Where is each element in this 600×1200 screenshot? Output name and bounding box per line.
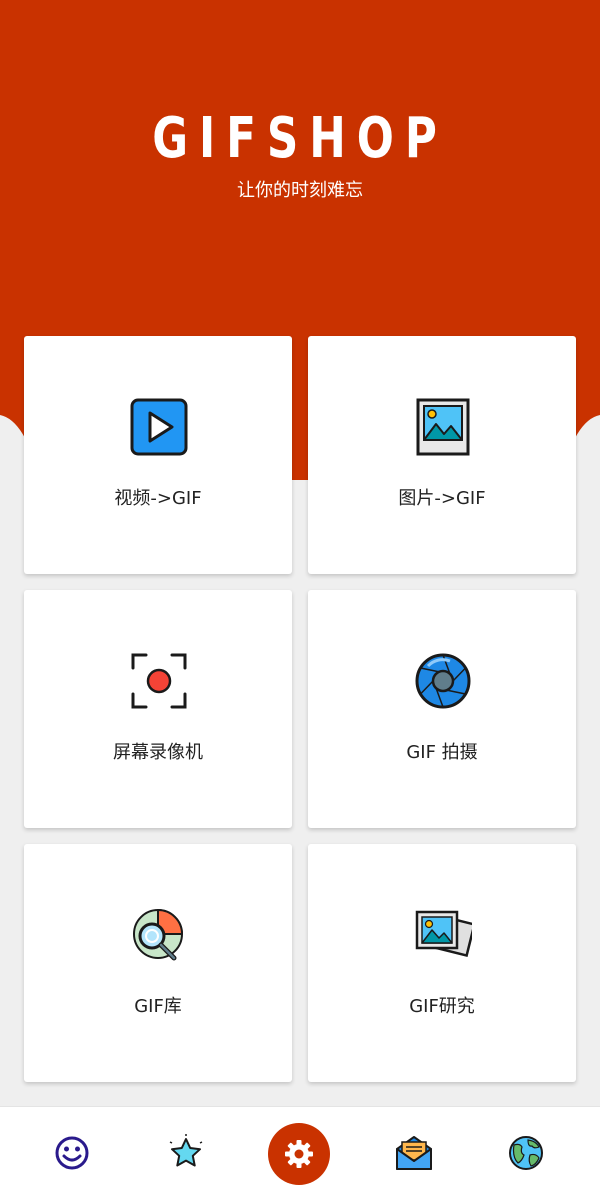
screen-record-icon (131, 653, 187, 709)
photos-stack-icon (415, 910, 472, 958)
card-image-to-gif[interactable]: 图片->GIF (308, 336, 576, 574)
settings-gear-icon (285, 1140, 313, 1168)
app-brand-title: GIFSHOP (152, 106, 448, 171)
card-gif-camera[interactable]: GIF 拍摄 (308, 590, 576, 828)
card-label: 屏幕录像机 (113, 742, 203, 763)
card-screen-recorder[interactable]: 屏幕录像机 (24, 590, 292, 828)
globe-icon[interactable] (506, 1133, 546, 1173)
camera-shutter-icon (415, 653, 471, 709)
card-label: GIF研究 (409, 996, 475, 1017)
smiley-icon[interactable] (52, 1133, 92, 1173)
card-label: GIF 拍摄 (406, 742, 478, 763)
settings-button[interactable] (268, 1123, 330, 1185)
library-search-icon (133, 909, 183, 961)
card-gif-library[interactable]: GIF库 (24, 844, 292, 1082)
app-tagline: 让你的时刻难忘 (237, 180, 363, 201)
video-play-icon (130, 398, 188, 456)
card-label: 视频->GIF (114, 488, 202, 509)
card-label: 图片->GIF (398, 488, 486, 509)
card-gif-research[interactable]: GIF研究 (308, 844, 576, 1082)
bottom-navigation (0, 1106, 600, 1200)
mail-icon[interactable] (394, 1133, 434, 1173)
card-video-to-gif[interactable]: 视频->GIF (24, 336, 292, 574)
app-screen: GIFSHOP 让你的时刻难忘 视频->GIF 图片->GIF 屏幕录像机 GI… (0, 0, 600, 1200)
star-icon[interactable] (166, 1133, 206, 1173)
picture-icon (416, 398, 470, 456)
card-label: GIF库 (134, 996, 182, 1017)
